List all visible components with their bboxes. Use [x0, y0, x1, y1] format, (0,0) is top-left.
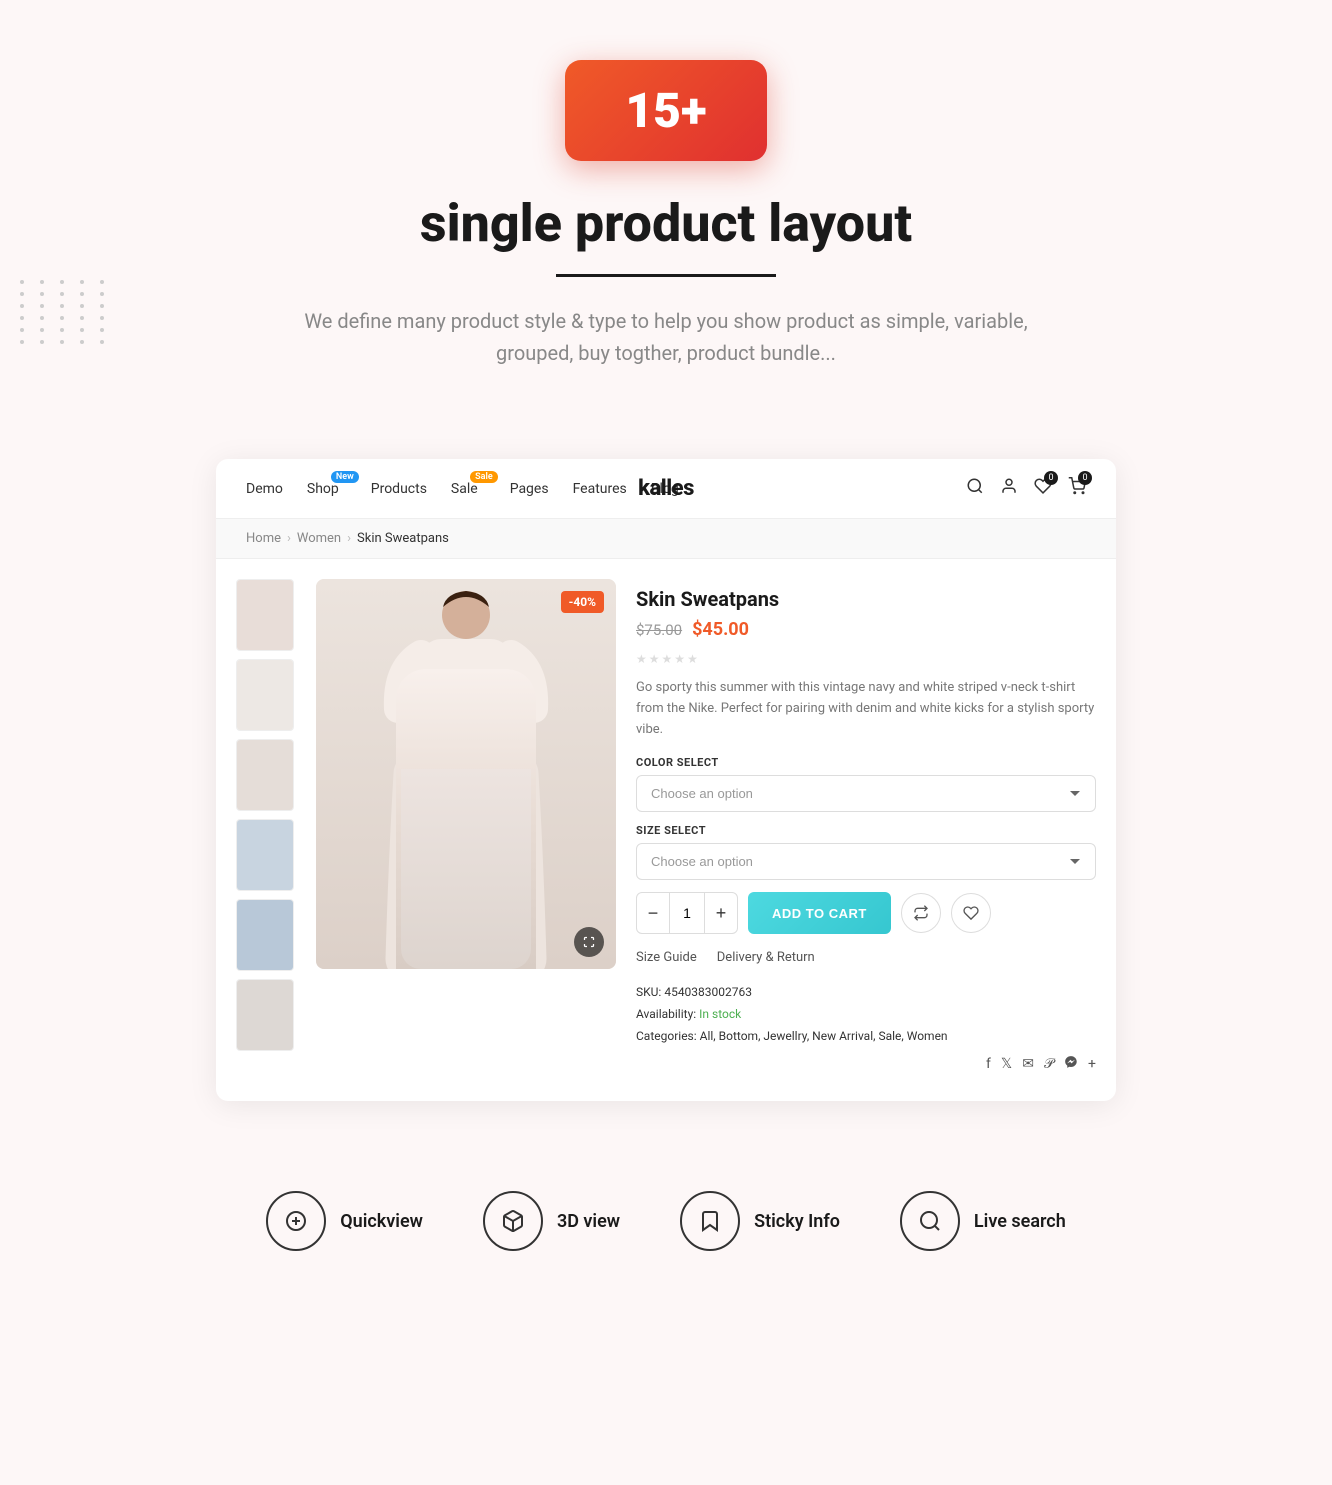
delivery-return-link[interactable]: Delivery & Return [717, 950, 815, 966]
wishlist-icon[interactable]: 0 [1034, 477, 1052, 500]
size-label: SIZE SELECT [636, 824, 1096, 837]
product-links: Size Guide Delivery & Return [636, 950, 1096, 966]
old-price: $75.00 [636, 621, 682, 639]
live-search-label: Live search [974, 1211, 1066, 1232]
product-name: Skin Sweatpans [636, 587, 1096, 611]
breadcrumb-women[interactable]: Women [297, 531, 341, 546]
expand-button[interactable] [574, 927, 604, 957]
title-underline [556, 274, 776, 277]
sticky-info-icon [680, 1191, 740, 1251]
cart-count: 0 [1078, 471, 1092, 485]
feature-live-search: Live search [900, 1191, 1066, 1251]
facebook-share[interactable]: f [986, 1056, 991, 1072]
color-select[interactable]: Choose an option [636, 775, 1096, 812]
product-svg [316, 579, 616, 969]
nav-links: Demo Shop New Products Sale Sale Pages F [246, 481, 679, 497]
hero-title: single product layout [20, 193, 1312, 254]
thumb-5[interactable] [236, 899, 294, 971]
product-main-image: -40% [316, 579, 616, 969]
feature-quickview: Quickview [266, 1191, 423, 1251]
product-layout: -40% [216, 559, 1116, 1101]
thumb-4[interactable] [236, 819, 294, 891]
nav-features[interactable]: Features [573, 481, 627, 497]
breadcrumb-home[interactable]: Home [246, 531, 281, 546]
product-count-badge: 15+ [565, 60, 766, 161]
wishlist-count: 0 [1044, 471, 1058, 485]
hero-section: 15+ single product layout We define many… [0, 0, 1332, 459]
nav-products[interactable]: Products [371, 481, 427, 497]
thumb-1[interactable] [236, 579, 294, 651]
sale-badge: Sale [470, 471, 498, 483]
nav-pages[interactable]: Pages [510, 481, 549, 497]
messenger-share[interactable] [1064, 1055, 1078, 1073]
quickview-label: Quickview [340, 1211, 423, 1232]
hero-subtitle: We define many product style & type to h… [266, 305, 1066, 369]
categories-row: Categories: All, Bottom, Jewellry, New A… [636, 1026, 1096, 1048]
more-share[interactable]: + [1088, 1056, 1096, 1072]
social-share: f 𝕏 ✉ 𝒫 + [636, 1047, 1096, 1073]
star-rating: ★ ★ ★ ★ ★ [636, 652, 1096, 666]
shop-new-badge: New [331, 471, 359, 483]
breadcrumb: Home › Women › Skin Sweatpans [216, 519, 1116, 559]
product-description: Go sporty this summer with this vintage … [636, 678, 1096, 740]
cart-icon[interactable]: 0 [1068, 477, 1086, 500]
wishlist-button[interactable] [951, 893, 991, 933]
size-select-group: SIZE SELECT Choose an option [636, 824, 1096, 892]
product-thumbnails [236, 579, 296, 1081]
twitter-share[interactable]: 𝕏 [1001, 1056, 1012, 1072]
price-row: $75.00 $45.00 [636, 619, 1096, 640]
product-info: Skin Sweatpans $75.00 $45.00 ★ ★ ★ ★ ★ G… [636, 579, 1096, 1081]
nav-actions: 0 0 [966, 477, 1086, 500]
navigation: Demo Shop New Products Sale Sale Pages F [216, 459, 1116, 519]
thumb-3[interactable] [236, 739, 294, 811]
account-icon[interactable] [1000, 477, 1018, 500]
search-icon[interactable] [966, 477, 984, 500]
feature-3d-view: 3D view [483, 1191, 620, 1251]
qty-row: − + ADD TO CART [636, 892, 1096, 934]
product-figure [316, 579, 616, 969]
email-share[interactable]: ✉ [1022, 1056, 1034, 1072]
availability-row: Availability: In stock [636, 1004, 1096, 1026]
3d-view-icon [483, 1191, 543, 1251]
feature-sticky-info: Sticky Info [680, 1191, 840, 1251]
qty-increase-button[interactable]: + [705, 893, 737, 933]
add-to-cart-button[interactable]: ADD TO CART [748, 892, 891, 934]
quantity-control: − + [636, 892, 738, 934]
qty-decrease-button[interactable]: − [637, 893, 669, 933]
new-price: $45.00 [692, 619, 749, 640]
3d-view-label: 3D view [557, 1211, 620, 1232]
thumb-6[interactable] [236, 979, 294, 1051]
quickview-icon [266, 1191, 326, 1251]
nav-sale[interactable]: Sale Sale [451, 481, 478, 497]
size-select[interactable]: Choose an option [636, 843, 1096, 880]
discount-badge: -40% [561, 591, 604, 613]
size-guide-link[interactable]: Size Guide [636, 950, 697, 966]
sticky-info-label: Sticky Info [754, 1211, 840, 1232]
live-search-icon [900, 1191, 960, 1251]
compare-button[interactable] [901, 893, 941, 933]
color-select-group: COLOR SELECT Choose an option [636, 756, 1096, 824]
sku-row: SKU: 4540383002763 [636, 982, 1096, 1004]
quantity-input[interactable] [669, 893, 705, 933]
nav-demo[interactable]: Demo [246, 481, 283, 497]
features-section: Quickview 3D view Sticky Info Live searc… [0, 1161, 1332, 1281]
nav-shop[interactable]: Shop New [307, 481, 339, 497]
breadcrumb-current: Skin Sweatpans [357, 531, 449, 546]
color-label: COLOR SELECT [636, 756, 1096, 769]
pinterest-share[interactable]: 𝒫 [1044, 1056, 1054, 1072]
thumb-2[interactable] [236, 659, 294, 731]
product-meta: SKU: 4540383002763 Availability: In stoc… [636, 982, 1096, 1047]
product-card: Demo Shop New Products Sale Sale Pages F [216, 459, 1116, 1101]
brand-logo: kalles [638, 476, 694, 501]
